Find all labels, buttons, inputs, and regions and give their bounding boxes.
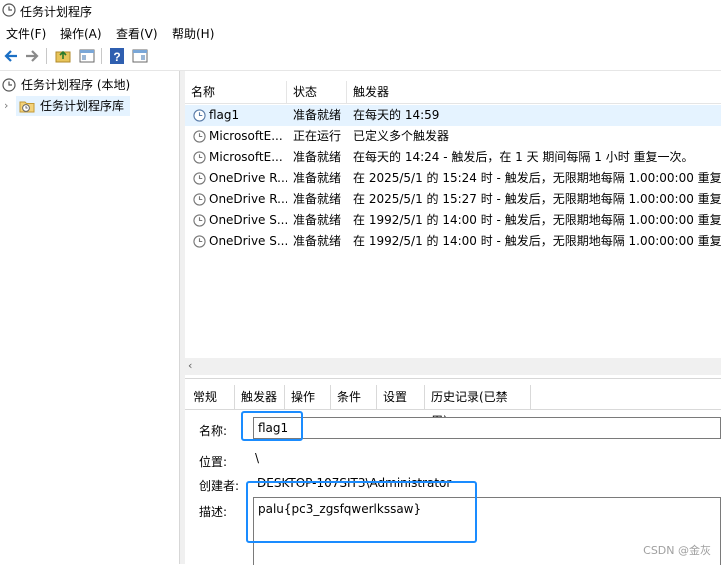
cell-status: 准备就绪 xyxy=(293,108,342,122)
name-label: 名称: xyxy=(199,424,228,438)
cell-trigger: 已定义多个触发器 xyxy=(353,129,450,143)
table-row[interactable]: MicrosoftE... 正在运行 已定义多个触发器 xyxy=(185,126,721,147)
menu-action[interactable]: 操作(A) xyxy=(60,25,102,42)
cell-status: 准备就绪 xyxy=(293,150,342,164)
folder-up-icon[interactable] xyxy=(54,47,72,65)
table-row[interactable]: OneDrive S... 准备就绪 在 1992/5/1 的 14:00 时 … xyxy=(185,210,721,231)
clock-icon xyxy=(193,130,206,143)
column-header-name[interactable]: 名称 xyxy=(185,81,287,103)
watermark: CSDN @金灰 xyxy=(643,544,711,557)
column-header-trigger[interactable]: 触发器 xyxy=(347,81,721,103)
window-title: 任务计划程序 xyxy=(20,5,93,19)
tab-settings[interactable]: 设置 xyxy=(377,385,425,409)
tree-item-library-label: 任务计划程序库 xyxy=(40,99,125,113)
menu-bar: 文件(F) 操作(A) 查看(V) 帮助(H) xyxy=(0,22,721,42)
tab-general[interactable]: 常规 xyxy=(187,385,235,409)
table-row[interactable]: flag1 准备就绪 在每天的 14:59 xyxy=(185,105,721,126)
cell-trigger: 在 1992/5/1 的 14:00 时 - 触发后，无限期地每隔 1.00:0… xyxy=(353,234,721,248)
back-arrow-icon[interactable] xyxy=(2,47,20,65)
tab-actions[interactable]: 操作 xyxy=(285,385,331,409)
forward-arrow-icon[interactable] xyxy=(23,47,41,65)
table-row[interactable]: OneDrive R... 准备就绪 在 2025/5/1 的 15:24 时 … xyxy=(185,168,721,189)
folder-clock-icon xyxy=(19,101,35,113)
tab-triggers[interactable]: 触发器 xyxy=(235,385,285,409)
cell-status: 准备就绪 xyxy=(293,171,342,185)
list-header: 名称 状态 触发器 xyxy=(185,81,721,104)
cell-name: OneDrive R... xyxy=(209,192,287,206)
cell-status: 准备就绪 xyxy=(293,192,342,206)
highlight-box xyxy=(241,411,303,441)
help-icon[interactable]: ? xyxy=(108,47,126,65)
clock-icon xyxy=(193,235,206,248)
cell-trigger: 在 1992/5/1 的 14:00 时 - 触发后，无限期地每隔 1.00:0… xyxy=(353,213,721,227)
cell-name: MicrosoftE... xyxy=(209,129,283,143)
cell-trigger: 在 2025/5/1 的 15:27 时 - 触发后，无限期地每隔 1.00:0… xyxy=(353,192,721,206)
clock-icon xyxy=(2,3,16,17)
clock-icon xyxy=(193,172,206,185)
chevron-right-icon[interactable]: › xyxy=(4,96,8,116)
description-label: 描述: xyxy=(199,505,228,519)
table-row[interactable]: OneDrive S... 准备就绪 在 1992/5/1 的 14:00 时 … xyxy=(185,231,721,252)
cell-name: OneDrive R... xyxy=(209,171,287,185)
svg-text:?: ? xyxy=(113,50,120,64)
tree-item-root-label: 任务计划程序 (本地) xyxy=(21,78,131,92)
chevron-left-icon[interactable]: ‹ xyxy=(188,360,200,372)
cell-name: OneDrive S... xyxy=(209,213,287,227)
clock-icon xyxy=(2,78,16,92)
location-value: \ xyxy=(255,451,260,465)
menu-help[interactable]: 帮助(H) xyxy=(172,25,214,42)
clock-icon xyxy=(193,193,206,206)
console-tree: 任务计划程序 (本地) › 任务计划程序库 xyxy=(0,71,180,564)
task-list-pane: 名称 状态 触发器 flag1 准备就绪 在每天的 14:59 Microsof… xyxy=(185,71,721,377)
menu-file[interactable]: 文件(F) xyxy=(6,25,46,42)
toolbar-separator xyxy=(46,48,47,64)
cell-trigger: 在 2025/5/1 的 15:24 时 - 触发后，无限期地每隔 1.00:0… xyxy=(353,171,721,185)
tab-strip: 常规 触发器 操作 条件 设置 历史记录(已禁用) xyxy=(185,385,721,428)
clock-icon xyxy=(193,109,206,122)
name-field[interactable]: flag1 xyxy=(253,417,721,439)
cell-name: MicrosoftE... xyxy=(209,150,283,164)
tab-history[interactable]: 历史记录(已禁用) xyxy=(425,385,531,428)
tab-conditions[interactable]: 条件 xyxy=(331,385,377,409)
horizontal-scrollbar[interactable]: ‹ xyxy=(185,358,721,375)
menu-view[interactable]: 查看(V) xyxy=(116,25,158,42)
author-label: 创建者: xyxy=(199,479,240,493)
cell-status: 正在运行 xyxy=(293,129,342,143)
location-label: 位置: xyxy=(199,455,228,469)
column-header-status[interactable]: 状态 xyxy=(287,81,347,103)
cell-name: OneDrive S... xyxy=(209,234,287,248)
cell-status: 准备就绪 xyxy=(293,213,342,227)
cell-trigger: 在每天的 14:24 - 触发后，在 1 天 期间每隔 1 小时 重复一次。 xyxy=(353,150,694,164)
clock-icon xyxy=(193,151,206,164)
toolbar: ? xyxy=(0,43,721,71)
show-hide-console-tree-icon[interactable] xyxy=(78,47,96,65)
cell-name: flag1 xyxy=(209,108,240,122)
action-pane-icon[interactable] xyxy=(131,47,149,65)
task-detail-pane: 常规 触发器 操作 条件 设置 历史记录(已禁用) 名称: flag1 位置: … xyxy=(185,378,721,565)
table-row[interactable]: OneDrive R... 准备就绪 在 2025/5/1 的 15:27 时 … xyxy=(185,189,721,210)
table-row[interactable]: MicrosoftE... 准备就绪 在每天的 14:24 - 触发后，在 1 … xyxy=(185,147,721,168)
title-bar: 任务计划程序 xyxy=(0,0,721,22)
cell-trigger: 在每天的 14:59 xyxy=(353,108,440,122)
toolbar-separator xyxy=(101,48,102,64)
clock-icon xyxy=(193,214,206,227)
cell-status: 准备就绪 xyxy=(293,234,342,248)
highlight-box xyxy=(246,481,477,543)
